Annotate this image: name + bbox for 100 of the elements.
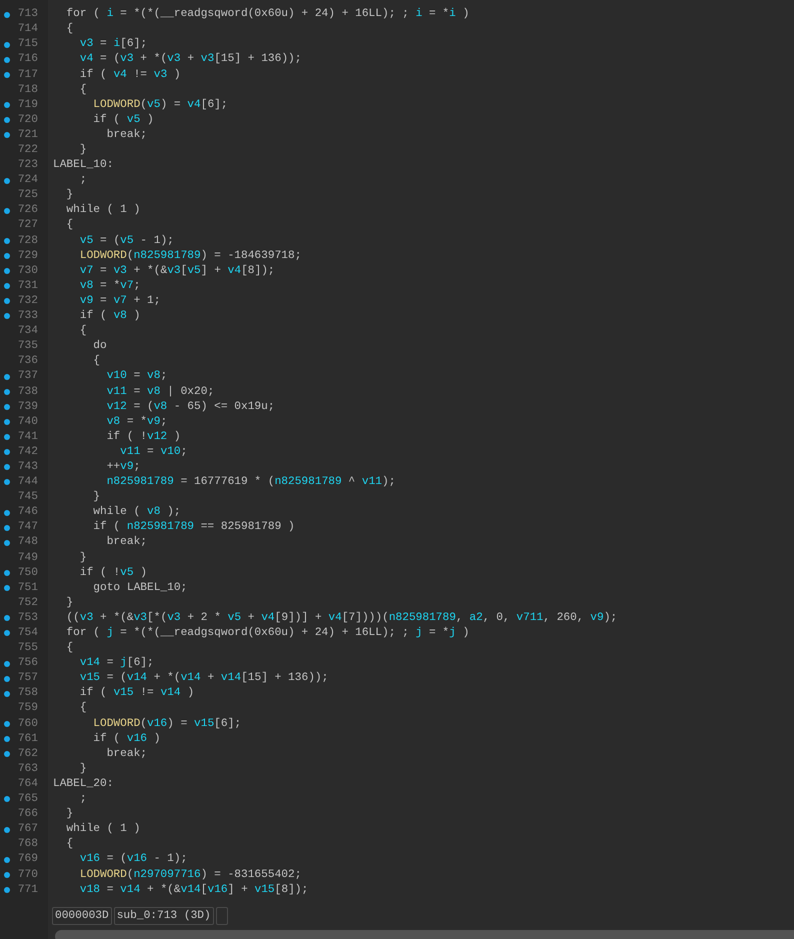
code-line: { [78, 324, 87, 340]
code-line: if ( n825981789 == 825981789 ) [92, 520, 295, 536]
code-line: ++v9; [106, 460, 140, 475]
code-line: } [92, 490, 100, 506]
line-number: 748 [18, 535, 38, 550]
code-line: while ( v8 ); [92, 504, 181, 520]
code-line: v15 = (v14 + *(v14 + v14[15] + 136)); [78, 670, 328, 686]
code-line: ; [78, 173, 87, 188]
line-number: 725 [18, 188, 38, 204]
code-line: LODWORD(n825981789) = -184639718; [78, 248, 302, 264]
line-number: 759 [18, 701, 38, 716]
line-number: 735 [18, 339, 38, 354]
code-line: } [78, 550, 87, 566]
line-number: 718 [18, 82, 38, 98]
line-number: 719 [18, 98, 38, 113]
horizontal-scrollbar[interactable] [55, 930, 794, 939]
address-field: 0000003D [52, 906, 112, 925]
line-number: 751 [18, 580, 38, 596]
line-number: 723 [18, 158, 38, 174]
code-line: while ( 1 ) [65, 202, 140, 218]
line-number: 745 [18, 490, 38, 506]
code-line: { [65, 836, 74, 852]
code-line: } [78, 142, 87, 158]
line-number: 726 [18, 203, 38, 218]
line-number: 730 [18, 264, 38, 279]
line-number: 727 [18, 218, 38, 234]
line-number: 736 [18, 354, 38, 370]
line-number: 764 [18, 776, 38, 792]
code-line: while ( 1 ) [65, 822, 140, 838]
line-number: 752 [18, 596, 38, 611]
code-line: v7 = v3 + *(&v3[v5] + v4[8]); [78, 264, 275, 279]
line-number: 762 [18, 746, 38, 762]
code-line: LODWORD(v5) = v4[6]; [92, 98, 228, 113]
code-line: } [65, 806, 74, 822]
line-number: 713 [18, 7, 38, 22]
location-field: sub_0:713 (3D) [114, 906, 214, 925]
code-line: do [92, 338, 107, 354]
line-number: 742 [18, 444, 38, 460]
code-line: v18 = v14 + *(&v14[v16] + v15[8]); [78, 882, 308, 898]
code-line: { [92, 354, 100, 370]
line-number: 771 [18, 882, 38, 898]
line-number: 714 [18, 22, 38, 38]
line-number: 716 [18, 52, 38, 68]
code-line: v8 = *v7; [78, 278, 140, 294]
code-line: v9 = v7 + 1; [78, 294, 160, 309]
line-number: 724 [18, 173, 38, 188]
line-number: 749 [18, 550, 38, 566]
code-line: goto LABEL_10; [92, 580, 188, 596]
code-line: v3 = i[6]; [78, 36, 148, 52]
line-number: 760 [18, 716, 38, 732]
line-number: 731 [18, 278, 38, 294]
line-number: 766 [18, 807, 38, 822]
code-line: { [65, 22, 74, 38]
line-number: 729 [18, 248, 38, 264]
code-line: ((v3 + *(&v3[*(v3 + 2 * v5 + v4[9])] + v4[7])))(n825981789, a2, 0, v711, 260, v9); [65, 610, 618, 626]
line-number: 756 [18, 656, 38, 672]
code-line: { [65, 640, 74, 656]
line-number: 737 [18, 369, 38, 384]
code-line: LODWORD(n297097716) = -831655402; [78, 868, 302, 882]
line-number: 770 [18, 868, 38, 882]
code-line: break; [106, 128, 147, 143]
line-number: 721 [18, 128, 38, 143]
code-line: n825981789 = 16777619 * (n825981789 ^ v11); [106, 474, 396, 490]
line-number: 755 [18, 641, 38, 656]
code-line: v11 = v10; [119, 444, 188, 460]
code-line: if ( !v12 ) [106, 430, 181, 445]
line-number: 747 [18, 520, 38, 536]
code-line: v11 = v8 | 0x20; [106, 384, 214, 400]
code-line: break; [106, 534, 147, 550]
code-line: if ( v15 != v14 ) [78, 686, 194, 702]
code-line: } [65, 596, 74, 611]
code-line: ; [78, 792, 87, 808]
code-line: { [65, 218, 74, 234]
line-number: 758 [18, 686, 38, 702]
code-line: } [78, 762, 87, 777]
line-number: 765 [18, 792, 38, 808]
code-line: if ( v16 ) [92, 732, 160, 747]
code-line: LABEL_10: [53, 158, 114, 174]
code-line: v12 = (v8 - 65) <= 0x19u; [106, 400, 275, 415]
line-number: 717 [18, 68, 38, 83]
line-number: 753 [18, 610, 38, 626]
line-number: 739 [18, 400, 38, 415]
code-line: LABEL_20: [53, 776, 114, 792]
code-line: LODWORD(v16) = v15[6]; [92, 716, 242, 732]
code-line: for ( j = *(*(__readgsqword(0x60u) + 24) + 16LL); ; j = *j ) [65, 626, 470, 641]
code-line: if ( v5 ) [92, 112, 154, 128]
code-line: if ( v8 ) [78, 308, 140, 324]
code-line: v16 = (v16 - 1); [78, 852, 188, 868]
line-number: 734 [18, 324, 38, 340]
code-line: if ( !v5 ) [78, 566, 148, 581]
line-number: 733 [18, 309, 38, 324]
code-line: v5 = (v5 - 1); [78, 234, 174, 249]
code-line: v10 = v8; [106, 369, 168, 384]
line-number: 744 [18, 475, 38, 490]
line-number: 722 [18, 143, 38, 158]
line-number: 757 [18, 671, 38, 686]
code-line: v14 = j[6]; [78, 656, 154, 672]
code-line: v8 = *v9; [106, 414, 168, 430]
line-number: 768 [18, 837, 38, 852]
line-number: 767 [18, 822, 38, 838]
